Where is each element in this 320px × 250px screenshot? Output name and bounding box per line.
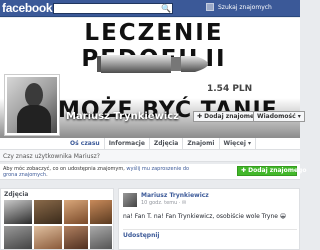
photo-thumbnail[interactable]	[34, 226, 62, 249]
post-text: na! Fan T. na! Fan Trynkiewicz, osobiści…	[123, 213, 287, 220]
know-user-bar: Czy znasz użytkownika Mariusz?	[0, 150, 300, 162]
photo-thumbnail[interactable]	[4, 200, 32, 224]
post-author-avatar[interactable]	[123, 193, 137, 207]
facebook-logo[interactable]: facebook	[2, 1, 53, 15]
search-input[interactable]: 🔍	[53, 3, 173, 14]
profile-tabs: Oś czasu Informacje Zdjęcia Znajomi Więc…	[66, 138, 300, 150]
tab-more[interactable]: Więcej ▾	[220, 138, 257, 149]
photo-thumbnail[interactable]	[64, 200, 88, 224]
photo-thumbnail[interactable]	[34, 200, 62, 224]
post-author-name[interactable]: Mariusz Trynkiewicz	[141, 192, 209, 199]
share-link[interactable]: Udostępnij	[123, 232, 159, 239]
tab-friends[interactable]: Znajomi	[183, 138, 220, 149]
price-label: 1.54 PLN	[207, 84, 253, 94]
photos-box: Zdjęcia	[0, 188, 114, 250]
photo-thumbnail[interactable]	[90, 226, 112, 249]
profile-picture[interactable]	[4, 74, 60, 136]
search-icon[interactable]: 🔍	[161, 4, 171, 13]
photo-thumbnail[interactable]	[90, 200, 112, 224]
friend-request-prompt: Aby móc zobaczyć, co on udostępnia znajo…	[0, 164, 306, 180]
photo-thumbnail[interactable]	[4, 226, 32, 249]
find-friends-link[interactable]: Szukaj znajomych	[218, 4, 272, 11]
top-navigation-bar: facebook 🔍 Szukaj znajomych	[0, 0, 300, 17]
avatar[interactable]	[206, 3, 214, 11]
top-right-nav: Szukaj znajomych	[206, 3, 272, 11]
message-button[interactable]: Wiadomość ▾	[253, 111, 305, 122]
bullet-illustration	[97, 55, 208, 73]
profile-name[interactable]: Mariusz Trynkiewicz	[66, 111, 179, 122]
photos-title[interactable]: Zdjęcia	[4, 191, 28, 198]
tab-about[interactable]: Informacje	[105, 138, 150, 149]
know-user-question: Czy znasz użytkownika Mariusz?	[3, 153, 100, 160]
photo-thumbnail[interactable]	[64, 226, 88, 249]
post-divider	[123, 229, 297, 230]
friend-prompt-text: Aby móc zobaczyć, co on udostępnia znajo…	[3, 166, 190, 178]
tab-timeline[interactable]: Oś czasu	[66, 138, 105, 149]
add-friend-green-button[interactable]: ✚ Dodaj znajomego	[237, 166, 306, 176]
tabs-spacer	[0, 138, 66, 150]
timeline-post: Mariusz Trynkiewicz 10 godz. temu · ✉ na…	[118, 188, 300, 250]
post-timestamp[interactable]: 10 godz. temu · ✉	[141, 200, 186, 206]
tab-photos[interactable]: Zdjęcia	[150, 138, 184, 149]
